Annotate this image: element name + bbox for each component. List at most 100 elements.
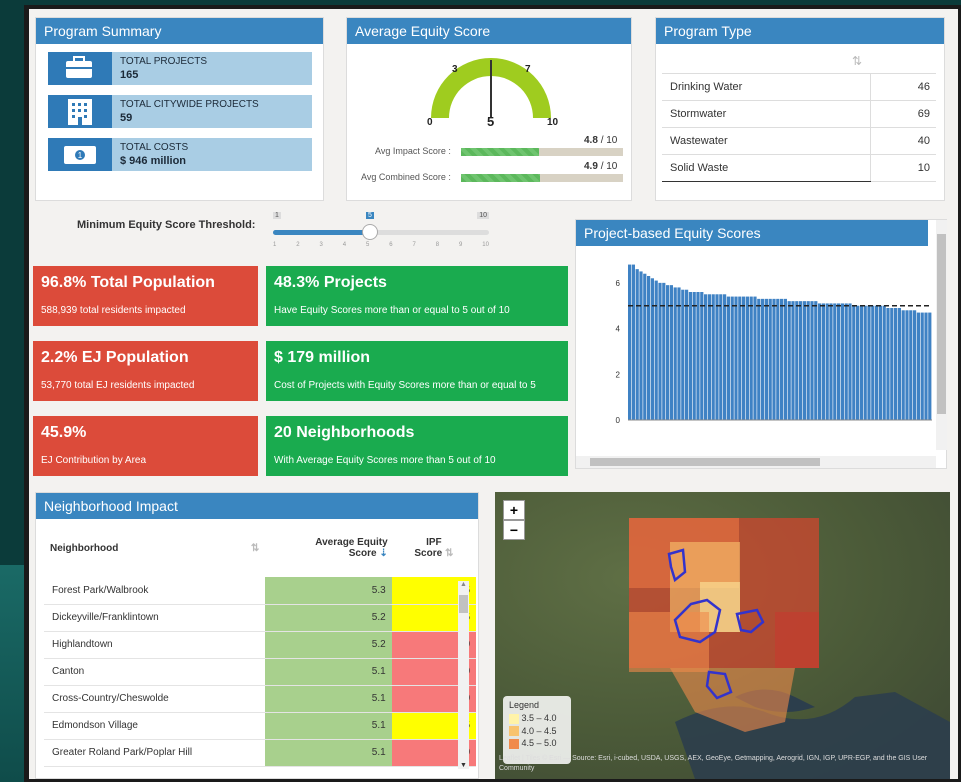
table-row[interactable]: Greater Roland Park/Poplar Hill5.10 — [44, 739, 476, 767]
chart-vertical-scrollbar[interactable] — [936, 220, 947, 450]
bar[interactable] — [764, 298, 768, 420]
bar[interactable] — [776, 298, 780, 420]
bar[interactable] — [863, 305, 867, 420]
bar[interactable] — [818, 303, 822, 420]
bar[interactable] — [897, 308, 901, 420]
bar[interactable] — [795, 301, 799, 420]
bar[interactable] — [639, 271, 643, 420]
slider-handle[interactable] — [362, 224, 378, 240]
bar[interactable] — [920, 312, 924, 420]
col-equity[interactable]: Average Equity Score ⇣ — [265, 519, 391, 577]
bar[interactable] — [875, 305, 879, 420]
bar[interactable] — [829, 303, 833, 420]
bar[interactable] — [901, 310, 905, 420]
bar[interactable] — [886, 308, 890, 420]
bar[interactable] — [635, 269, 639, 420]
bar[interactable] — [753, 296, 757, 420]
chart-horizontal-scrollbar[interactable] — [576, 456, 936, 468]
col-neighborhood[interactable]: Neighborhood ⇅ — [44, 519, 265, 577]
bar[interactable] — [924, 312, 928, 420]
bar[interactable] — [707, 294, 711, 420]
bar[interactable] — [844, 303, 848, 420]
bar[interactable] — [681, 289, 685, 420]
horizontal-scroll-thumb[interactable] — [590, 458, 820, 466]
bar[interactable] — [825, 303, 829, 420]
bar[interactable] — [871, 305, 875, 420]
bar[interactable] — [677, 287, 681, 420]
col-ipf[interactable]: IPF Score ⇅ — [392, 519, 476, 577]
bar[interactable] — [780, 298, 784, 420]
bar[interactable] — [757, 298, 761, 420]
bar[interactable] — [745, 296, 749, 420]
bar[interactable] — [719, 294, 723, 420]
bar[interactable] — [802, 301, 806, 420]
bar[interactable] — [821, 303, 825, 420]
bar[interactable] — [791, 301, 795, 420]
sort-icon[interactable]: ⇅ — [251, 543, 259, 554]
bar[interactable] — [783, 298, 787, 420]
table-scrollbar[interactable]: ▲ ▼ — [458, 581, 469, 769]
bar[interactable] — [650, 278, 654, 420]
bar[interactable] — [833, 303, 837, 420]
bar[interactable] — [734, 296, 738, 420]
map-panel[interactable]: + − Legend 3.5 – 4.0 4.0 – 4.5 4.5 – 5.0… — [495, 492, 950, 779]
bar[interactable] — [909, 310, 913, 420]
bar[interactable] — [848, 303, 852, 420]
bar[interactable] — [643, 273, 647, 420]
table-row[interactable]: Cross-Country/Cheswolde5.10 — [44, 685, 476, 713]
bar[interactable] — [749, 296, 753, 420]
bar[interactable] — [692, 292, 696, 420]
sort-desc-icon[interactable]: ⇣ — [379, 548, 387, 559]
bar[interactable] — [859, 305, 863, 420]
bar[interactable] — [856, 305, 860, 420]
bar[interactable] — [837, 303, 841, 420]
sort-icon[interactable]: ⇅ — [852, 54, 862, 68]
bar[interactable] — [928, 312, 932, 420]
bar[interactable] — [768, 298, 772, 420]
bar[interactable] — [715, 294, 719, 420]
bar[interactable] — [730, 296, 734, 420]
bar[interactable] — [711, 294, 715, 420]
bar[interactable] — [840, 303, 844, 420]
zoom-in-button[interactable]: + — [503, 500, 525, 520]
bar[interactable] — [688, 292, 692, 420]
bar[interactable] — [658, 282, 662, 420]
bar[interactable] — [806, 301, 810, 420]
bar[interactable] — [628, 264, 632, 420]
table-row[interactable]: Highlandtown5.20 — [44, 631, 476, 659]
bar[interactable] — [723, 294, 727, 420]
table-row[interactable]: Canton5.10 — [44, 658, 476, 686]
vertical-scroll-thumb[interactable] — [937, 234, 946, 414]
bar[interactable] — [654, 280, 658, 420]
bar[interactable] — [742, 296, 746, 420]
bar[interactable] — [799, 301, 803, 420]
table-row[interactable]: Forest Park/Walbrook5.35 — [44, 577, 476, 605]
sort-icon[interactable]: ⇅ — [445, 548, 453, 559]
bar[interactable] — [772, 298, 776, 420]
scroll-up-icon[interactable]: ▲ — [460, 581, 467, 588]
bar[interactable] — [905, 310, 909, 420]
bar[interactable] — [878, 305, 882, 420]
bar[interactable] — [738, 296, 742, 420]
bar[interactable] — [852, 305, 856, 420]
bar[interactable] — [913, 310, 917, 420]
bar[interactable] — [696, 292, 700, 420]
bar[interactable] — [890, 308, 894, 420]
bar[interactable] — [761, 298, 765, 420]
bar[interactable] — [814, 301, 818, 420]
bar[interactable] — [726, 296, 730, 420]
bar[interactable] — [704, 294, 708, 420]
bar[interactable] — [867, 305, 871, 420]
bar[interactable] — [882, 305, 886, 420]
threshold-slider[interactable]: 1 10 5 1 2 3 4 5 6 7 8 9 10 — [273, 209, 489, 255]
bar[interactable] — [673, 287, 677, 420]
bar[interactable] — [916, 312, 920, 420]
bar[interactable] — [894, 308, 898, 420]
bar[interactable] — [787, 301, 791, 420]
bar[interactable] — [631, 264, 635, 420]
table-row[interactable]: Edmondson Village5.15 — [44, 712, 476, 740]
zoom-out-button[interactable]: − — [503, 520, 525, 540]
bar[interactable] — [647, 276, 651, 420]
bar[interactable] — [662, 282, 666, 420]
table-scroll-thumb[interactable] — [459, 595, 468, 613]
